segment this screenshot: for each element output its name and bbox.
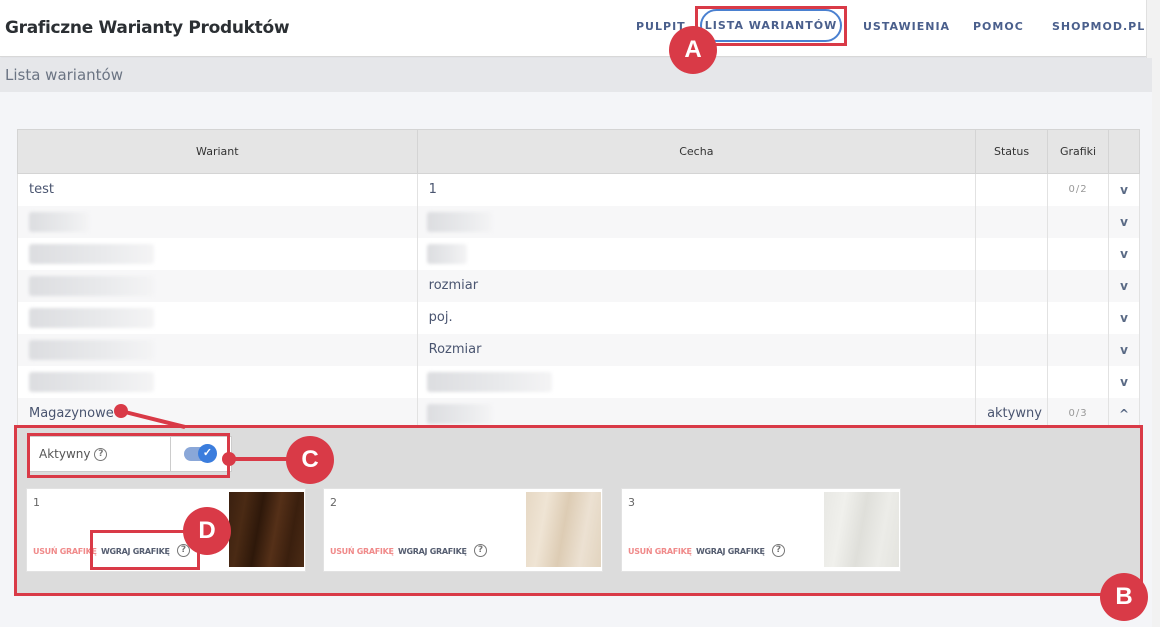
cell-grafiki	[1047, 365, 1109, 398]
cell-status	[975, 205, 1049, 238]
cell-wariant-redacted	[17, 333, 418, 366]
annotation-box-a	[695, 6, 847, 46]
cell-status	[975, 269, 1049, 302]
annotation-badge-d: D	[183, 507, 231, 555]
table-row[interactable]: rozmiar v	[17, 269, 1140, 302]
col-header-wariant: Wariant	[17, 129, 418, 174]
app-title: Graficzne Warianty Produktów	[5, 18, 290, 38]
expand-chevron-icon[interactable]: v	[1108, 205, 1140, 238]
page-title: Lista wariantów	[5, 66, 124, 84]
cell-grafiki	[1047, 237, 1109, 270]
cell-cecha: Rozmiar	[416, 333, 977, 366]
cell-grafiki	[1047, 333, 1109, 366]
cell-cecha-redacted	[416, 237, 977, 270]
table-row[interactable]: v	[17, 365, 1140, 398]
cell-status	[975, 301, 1049, 334]
table-row[interactable]: poj. v	[17, 301, 1140, 334]
cell-wariant-redacted	[17, 301, 418, 334]
table-row[interactable]: test 1 0/2 v	[17, 173, 1140, 206]
cell-cecha-redacted	[416, 205, 977, 238]
cell-grafiki: 0/2	[1047, 173, 1109, 206]
cell-wariant-redacted	[17, 237, 418, 270]
cell-wariant-redacted	[17, 205, 418, 238]
nav-shopmod[interactable]: SHOPMOD.PL	[1052, 20, 1145, 33]
table-row[interactable]: Rozmiar v	[17, 333, 1140, 366]
cell-grafiki	[1047, 269, 1109, 302]
cell-status	[975, 173, 1049, 206]
expand-chevron-icon[interactable]: v	[1108, 301, 1140, 334]
col-header-grafiki: Grafiki	[1047, 129, 1109, 174]
cell-grafiki	[1047, 205, 1109, 238]
cell-wariant-redacted	[17, 269, 418, 302]
expand-chevron-icon[interactable]: v	[1108, 333, 1140, 366]
table-row[interactable]: v	[17, 237, 1140, 270]
annotation-badge-a: A	[669, 26, 717, 74]
page-header: Lista wariantów	[0, 58, 1152, 92]
cell-cecha-redacted	[416, 365, 977, 398]
col-header-status: Status	[975, 129, 1049, 174]
expand-chevron-icon[interactable]: v	[1108, 237, 1140, 270]
annotation-dot	[222, 452, 236, 466]
cell-cecha: rozmiar	[416, 269, 977, 302]
cell-status	[975, 365, 1049, 398]
col-header-cecha: Cecha	[416, 129, 977, 174]
cell-wariant: test	[17, 173, 418, 206]
cell-cecha: poj.	[416, 301, 977, 334]
col-header-toggle	[1108, 129, 1140, 174]
top-navbar: Graficzne Warianty Produktów PULPIT LIST…	[0, 0, 1146, 57]
table-header-row: Wariant Cecha Status Grafiki	[17, 129, 1140, 174]
expand-chevron-icon[interactable]: v	[1108, 173, 1140, 206]
cell-grafiki	[1047, 301, 1109, 334]
expand-chevron-icon[interactable]: v	[1108, 269, 1140, 302]
nav-pomoc[interactable]: POMOC	[973, 20, 1024, 33]
variants-table: Wariant Cecha Status Grafiki test 1 0/2 …	[17, 129, 1140, 430]
expand-chevron-icon[interactable]: v	[1108, 365, 1140, 398]
nav-ustawienia[interactable]: USTAWIENIA	[863, 20, 950, 33]
annotation-dot	[114, 404, 128, 418]
annotation-badge-c: C	[286, 436, 334, 484]
cell-cecha: 1	[416, 173, 977, 206]
annotation-badge-b: B	[1100, 573, 1148, 621]
table-row[interactable]: v	[17, 205, 1140, 238]
cell-status	[975, 237, 1049, 270]
cell-wariant-redacted	[17, 365, 418, 398]
cell-status	[975, 333, 1049, 366]
annotation-box-c	[27, 433, 230, 478]
